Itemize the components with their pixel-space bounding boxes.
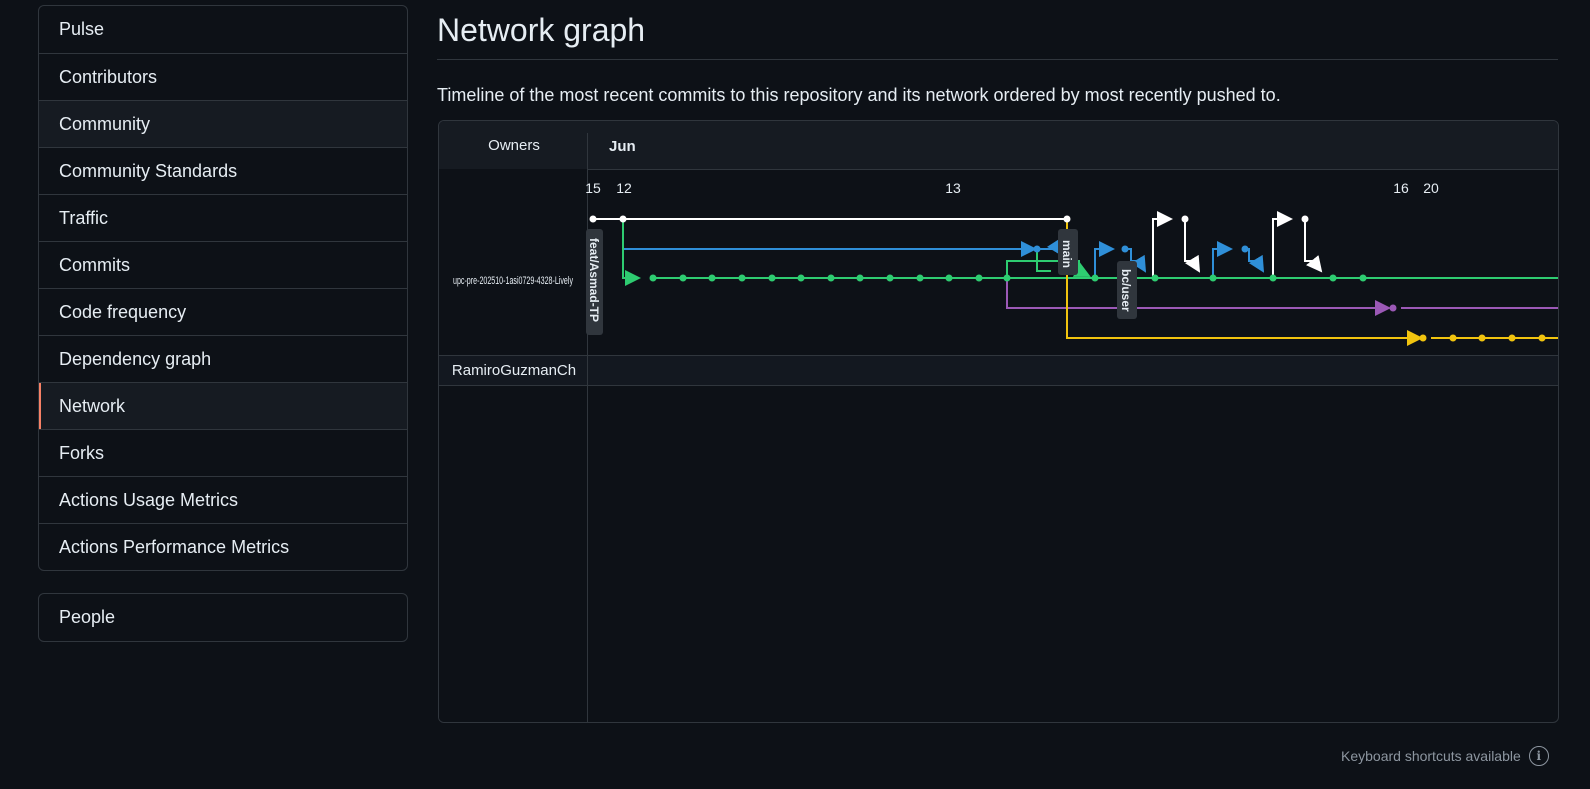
commit-dot[interactable] (1241, 245, 1249, 253)
commit-dot[interactable] (886, 274, 894, 282)
sidebar-item-label: People (59, 607, 116, 627)
sidebar-item-commits[interactable]: Commits (39, 241, 407, 288)
commit-dot[interactable] (738, 274, 746, 282)
commit-dot[interactable] (1329, 274, 1337, 282)
insights-sidebar: Pulse Contributors Community Community S… (38, 5, 408, 571)
commit-dot[interactable] (589, 215, 597, 223)
sidebar-item-label: Contributors (59, 66, 158, 87)
sidebar-item-label: Pulse (59, 19, 105, 39)
commit-dot[interactable] (916, 274, 924, 282)
commit-dot[interactable] (768, 274, 776, 282)
commit-dot[interactable] (827, 274, 835, 282)
sidebar-item-actions-performance-metrics[interactable]: Actions Performance Metrics (39, 523, 407, 570)
sidebar-item-community[interactable]: Community (39, 100, 407, 147)
commit-dot[interactable] (679, 274, 687, 282)
info-icon[interactable]: i (1528, 746, 1549, 766)
title-divider (437, 59, 1558, 60)
day-label: 20 (1423, 180, 1439, 196)
commit-dot[interactable] (797, 274, 805, 282)
commit-dot[interactable] (1063, 215, 1071, 223)
network-graph[interactable]: Owners Jun 15 12 13 16 20 upc-pre-202510… (438, 120, 1559, 723)
owner-row-band (588, 356, 1558, 385)
graph-header-band (439, 121, 1558, 169)
commit-dot[interactable] (619, 215, 627, 223)
sidebar-item-people[interactable]: People (39, 594, 407, 641)
branch-line-purple (1006, 278, 1558, 316)
commit-dot[interactable] (649, 274, 657, 282)
commit-dot[interactable] (1508, 334, 1516, 342)
owner-name[interactable]: RamiroGuzmanCh (452, 362, 576, 379)
month-label: Jun (609, 138, 636, 155)
sidebar-item-dependency-graph[interactable]: Dependency graph (39, 335, 407, 382)
shortcuts-text: Keyboard shortcuts available (1341, 748, 1521, 764)
branch-tag-bc-user[interactable]: bc/user (1117, 261, 1137, 319)
commit-dot[interactable] (945, 274, 953, 282)
commit-dot[interactable] (1181, 215, 1189, 223)
owners-column (439, 169, 587, 722)
sidebar-item-forks[interactable]: Forks (39, 429, 407, 476)
sidebar-item-actions-usage-metrics[interactable]: Actions Usage Metrics (39, 476, 407, 523)
commit-dot[interactable] (1209, 274, 1217, 282)
commit-dot[interactable] (1269, 274, 1277, 282)
sidebar-item-label: Actions Performance Metrics (59, 536, 290, 557)
commit-dot[interactable] (1091, 274, 1099, 282)
sidebar-item-pulse[interactable]: Pulse (39, 6, 407, 53)
sidebar-item-label: Community (59, 113, 151, 134)
sidebar-item-label: Code frequency (59, 301, 187, 322)
sidebar-item-label: Forks (59, 442, 104, 463)
branch-label: feat/Asmad-TP (587, 238, 601, 322)
sidebar-item-label: Commits (59, 254, 130, 275)
branch-tag-main[interactable]: main (1058, 229, 1078, 275)
commit-dot[interactable] (1003, 274, 1011, 282)
branch-label: main (1060, 240, 1074, 268)
sidebar-item-contributors[interactable]: Contributors (39, 53, 407, 100)
commit-dot[interactable] (1301, 215, 1309, 223)
sidebar-item-traffic[interactable]: Traffic (39, 194, 407, 241)
commit-dot[interactable] (1449, 334, 1457, 342)
sidebar-item-label: Community Standards (59, 160, 238, 181)
branch-label: bc/user (1119, 269, 1133, 312)
commit-dot[interactable] (1121, 245, 1129, 253)
day-label: 12 (616, 180, 632, 196)
owner-name[interactable]: upc-pre-202510-1asi0729-4328-Lively (453, 275, 573, 287)
branch-line-blue (622, 219, 1265, 278)
sidebar-item-community-standards[interactable]: Community Standards (39, 147, 407, 194)
commit-dot[interactable] (1151, 274, 1159, 282)
keyboard-shortcuts-hint[interactable]: Keyboard shortcuts available i (1341, 746, 1549, 766)
commit-dot[interactable] (1389, 304, 1397, 312)
sidebar-item-network[interactable]: Network (39, 382, 407, 429)
commit-dot[interactable] (856, 274, 864, 282)
day-label: 15 (585, 180, 601, 196)
commit-dot[interactable] (1478, 334, 1486, 342)
commit-dot[interactable] (1419, 334, 1427, 342)
sidebar-item-code-frequency[interactable]: Code frequency (39, 288, 407, 335)
sidebar-item-label: Network (59, 395, 126, 416)
commit-dot[interactable] (708, 274, 716, 282)
owners-header: Owners (488, 137, 540, 154)
sidebar-item-label: Actions Usage Metrics (59, 489, 239, 510)
commit-dot[interactable] (1538, 334, 1546, 342)
page-title: Network graph (437, 12, 646, 48)
page-description: Timeline of the most recent commits to t… (437, 85, 1281, 105)
commit-dot[interactable] (1033, 245, 1041, 253)
commit-dot[interactable] (975, 274, 983, 282)
day-label: 13 (945, 180, 961, 196)
network-graph-canvas[interactable]: Owners Jun 15 12 13 16 20 upc-pre-202510… (439, 121, 1559, 723)
commit-dot[interactable] (1359, 274, 1367, 282)
day-label: 16 (1393, 180, 1409, 196)
branch-tag-feat-asmad-tp[interactable]: feat/Asmad-TP (586, 229, 603, 335)
sidebar-item-label: Dependency graph (59, 348, 212, 369)
people-sidebar: People (38, 593, 408, 642)
sidebar-item-label: Traffic (59, 207, 109, 228)
